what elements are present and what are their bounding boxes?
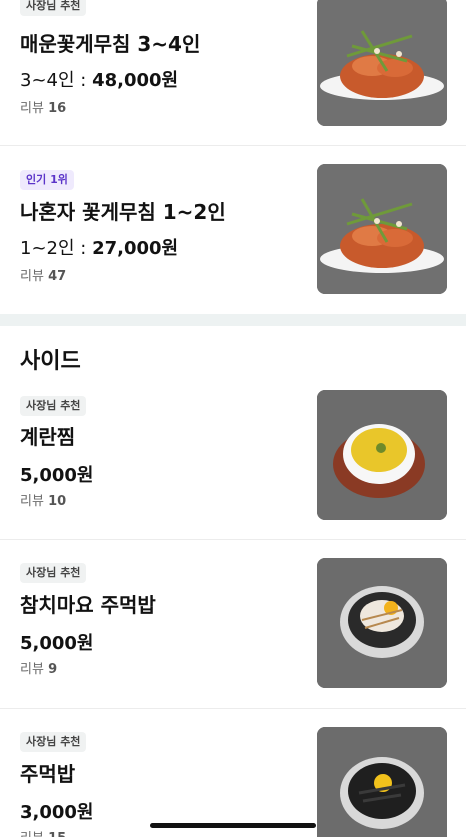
popular-rank-badge: 인기 1위: [20, 170, 74, 190]
review-label: 리뷰: [20, 662, 49, 677]
menu-item-text: 사장님 추천: [20, 730, 87, 752]
menu-item-price: 3,000원: [20, 798, 94, 824]
owner-recommend-badge: 사장님 추천: [20, 396, 87, 416]
review-number: 47: [48, 269, 67, 284]
menu-item-spicy-crab-3-4[interactable]: 사장님 추천 매운꽃게무침 3~4인 3~4인 : 48,000원 리뷰 16: [0, 0, 466, 145]
price-value: 5,000원: [20, 633, 94, 654]
menu-item-steamed-egg[interactable]: 사장님 추천 계란찜 5,000원 리뷰 10: [0, 376, 466, 538]
section-gap: [0, 314, 466, 326]
steamed-egg-photo: [317, 390, 447, 520]
review-label: 리뷰: [20, 101, 49, 116]
menu-item-price: 1~2인 : 27,000원: [20, 234, 178, 260]
menu-item-tuna-mayo-rice-ball[interactable]: 사장님 추천 참치마요 주먹밥 5,000원 리뷰 9: [0, 540, 466, 707]
menu-item-name: 참치마요 주먹밥: [20, 593, 156, 617]
owner-recommend-badge: 사장님 추천: [20, 0, 87, 16]
menu-item-price: 3~4인 : 48,000원: [20, 66, 178, 92]
review-number: 9: [48, 662, 58, 677]
menu-item-name: 주먹밥: [20, 762, 76, 786]
home-indicator: [150, 823, 316, 828]
menu-item-solo-crab-1-2[interactable]: 인기 1위 나혼자 꽃게무침 1~2인 1~2인 : 27,000원 리뷰 47: [0, 146, 466, 314]
owner-recommend-badge: 사장님 추천: [20, 732, 87, 752]
review-label: 리뷰: [20, 831, 48, 837]
section-title-side: 사이드: [20, 349, 81, 374]
review-count: 리뷰 15: [20, 827, 66, 837]
rice-ball-photo: [317, 727, 447, 837]
crab-dish-photo: [317, 0, 447, 126]
price-value: 3,000원: [20, 802, 94, 823]
menu-item-text: 사장님 추천: [20, 394, 87, 416]
review-count: 리뷰 10: [20, 490, 66, 509]
tuna-mayo-rice-photo: [317, 558, 447, 688]
review-label: 리뷰: [20, 494, 49, 509]
owner-recommend-badge: 사장님 추천: [20, 563, 87, 583]
size-label: 1~2인 :: [20, 238, 93, 259]
review-number: 16: [48, 101, 67, 116]
price-value: 27,000원: [92, 238, 179, 259]
price-value: 5,000원: [20, 465, 94, 486]
review-number: 10: [48, 494, 67, 509]
menu-item-rice-ball[interactable]: 사장님 추천 주먹밥 3,000원 리뷰 15: [0, 709, 466, 837]
review-count: 리뷰 9: [20, 658, 57, 677]
menu-item-price: 5,000원: [20, 461, 94, 487]
menu-item-name: 매운꽃게무침 3~4인: [20, 32, 201, 56]
price-value: 48,000원: [92, 70, 179, 91]
size-label: 3~4인 :: [20, 70, 93, 91]
menu-item-text: 인기 1위: [20, 168, 74, 190]
menu-item-name: 나혼자 꽃게무침 1~2인: [20, 200, 226, 224]
review-count: 리뷰 47: [20, 265, 66, 284]
menu-item-name: 계란찜: [20, 425, 76, 449]
menu-item-price: 5,000원: [20, 629, 94, 655]
menu-item-text: 사장님 추천: [20, 0, 87, 16]
crab-dish-photo: [317, 164, 447, 294]
menu-item-text: 사장님 추천: [20, 561, 87, 583]
review-number: 15: [48, 831, 66, 837]
review-count: 리뷰 16: [20, 97, 66, 116]
review-label: 리뷰: [20, 269, 49, 284]
